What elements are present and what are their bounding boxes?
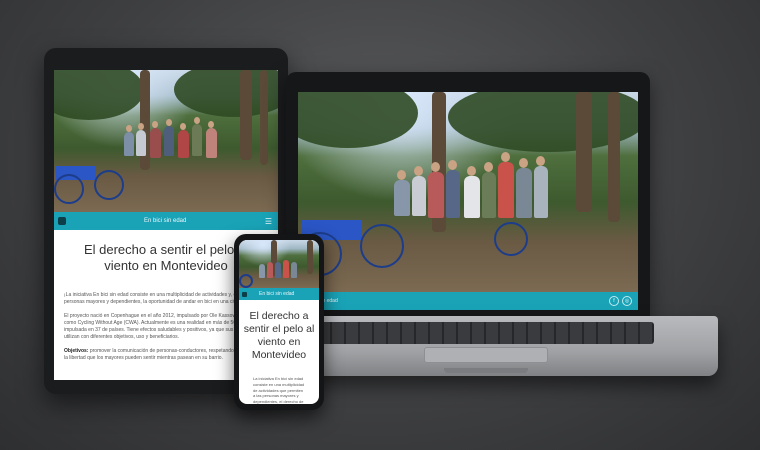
phone-hero-photo [239, 240, 319, 288]
phone-notch [261, 234, 287, 239]
phone-screen: En bici sin edad El derecho a sentir el … [239, 240, 319, 404]
tablet-nav-bar: En bici sin edad ☰ [54, 212, 278, 230]
instagram-icon[interactable]: ◎ [622, 296, 632, 306]
logo-icon[interactable] [58, 217, 66, 225]
laptop-trackpad [424, 347, 548, 363]
phone-page-title: El derecho a sentir el pelo al viento en… [243, 310, 315, 362]
tablet-hero-photo [54, 70, 278, 212]
logo-icon[interactable] [242, 291, 247, 297]
menu-icon[interactable]: ☰ [265, 217, 272, 226]
laptop-notch [444, 368, 528, 373]
brand-label[interactable]: En bici sin edad [144, 218, 186, 224]
laptop-keyboard [318, 322, 654, 344]
laptop-screen: Sin edad f ◎ [298, 92, 638, 310]
objective-label: Objetivos: [64, 347, 89, 354]
phone-nav-bar: En bici sin edad [239, 288, 319, 300]
phone-device: En bici sin edad El derecho a sentir el … [234, 234, 324, 410]
phone-paragraph: La iniciativa En bici sin edad consiste … [253, 376, 305, 404]
laptop-hero-photo [298, 92, 638, 292]
phone-brand-label[interactable]: En bici sin edad [259, 291, 294, 297]
facebook-icon[interactable]: f [609, 296, 619, 306]
laptop-device: Sin edad f ◎ [286, 72, 650, 318]
laptop-nav-bar: Sin edad f ◎ [298, 292, 638, 310]
